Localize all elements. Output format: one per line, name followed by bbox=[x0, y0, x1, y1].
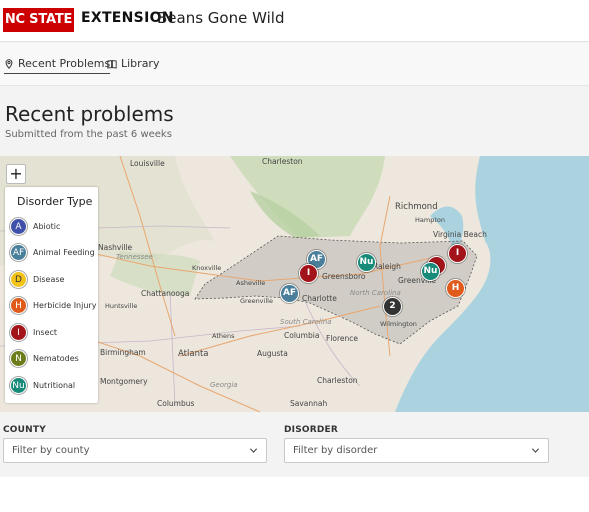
page-subtitle: Submitted from the past 6 weeks bbox=[5, 129, 172, 140]
legend-item-disease: D Disease bbox=[10, 270, 64, 288]
city-label: Charleston bbox=[262, 157, 303, 166]
legend-item-animal-feeding: AF Animal Feeding bbox=[10, 243, 95, 261]
city-label: Charleston bbox=[317, 376, 358, 385]
city-label: Asheville bbox=[236, 279, 266, 287]
animal-feeding-badge-icon: AF bbox=[10, 243, 27, 261]
state-label: Tennessee bbox=[116, 253, 153, 261]
problem-marker[interactable]: AF bbox=[280, 284, 299, 303]
problem-marker[interactable]: H bbox=[446, 279, 465, 298]
city-label: Raleigh bbox=[373, 262, 401, 271]
legend-item-label: Animal Feeding bbox=[33, 247, 95, 257]
city-label: Richmond bbox=[395, 202, 438, 212]
app-header: NC STATE EXTENSION Beans Gone Wild bbox=[0, 0, 589, 42]
city-label: Knoxville bbox=[192, 264, 222, 272]
city-label: Birmingham bbox=[100, 348, 146, 357]
abiotic-badge-icon: A bbox=[10, 217, 27, 235]
city-label: Louisville bbox=[130, 159, 165, 168]
footer-band bbox=[0, 477, 589, 512]
tab-recent-problems[interactable]: Recent Problems bbox=[4, 57, 111, 74]
legend-item-label: Insect bbox=[33, 327, 58, 337]
legend-item-insect: I Insect bbox=[10, 323, 57, 341]
insect-badge-icon: I bbox=[10, 323, 27, 341]
city-label: Columbia bbox=[284, 331, 320, 340]
city-label: Florence bbox=[326, 334, 359, 343]
city-label: Montgomery bbox=[100, 377, 148, 386]
state-label: South Carolina bbox=[280, 318, 332, 326]
disorder-label: DISORDER bbox=[284, 425, 339, 435]
legend-item-abiotic: A Abiotic bbox=[10, 217, 60, 235]
filters-section: COUNTY Filter by county DISORDER Filter … bbox=[0, 412, 589, 477]
disorder-select[interactable]: Filter by disorder bbox=[284, 438, 549, 463]
book-icon bbox=[107, 59, 117, 68]
location-pin-icon bbox=[5, 58, 13, 69]
tab-library[interactable]: Library bbox=[107, 57, 159, 70]
legend-item-nematodes: N Nematodes bbox=[10, 349, 79, 367]
city-label: Augusta bbox=[257, 349, 288, 358]
city-label: Atlanta bbox=[178, 349, 209, 359]
city-label: Hampton bbox=[415, 216, 445, 224]
disorder-select-value: Filter by disorder bbox=[293, 445, 378, 456]
legend-item-label: Abiotic bbox=[33, 221, 61, 231]
city-label: Savannah bbox=[290, 399, 328, 408]
legend-item-label: Disease bbox=[33, 274, 65, 284]
tab-label: Recent Problems bbox=[18, 57, 111, 70]
county-select-value: Filter by county bbox=[12, 445, 90, 456]
legend-item-label: Herbicide Injury bbox=[33, 300, 97, 310]
nematodes-badge-icon: N bbox=[10, 349, 27, 367]
problem-marker[interactable]: Nu bbox=[421, 262, 440, 281]
nutritional-badge-icon: Nu bbox=[10, 376, 27, 394]
tab-label: Library bbox=[121, 57, 160, 70]
legend-item-nutritional: Nu Nutritional bbox=[10, 376, 75, 394]
tab-bar: Recent Problems Library bbox=[0, 43, 589, 86]
problem-marker[interactable]: I bbox=[448, 244, 467, 263]
city-label: Greensboro bbox=[322, 272, 366, 281]
city-label: Nashville bbox=[98, 243, 133, 252]
city-label: Columbus bbox=[157, 399, 195, 408]
disease-badge-icon: D bbox=[10, 270, 27, 288]
zoom-in-button[interactable]: + bbox=[6, 164, 26, 184]
legend-item-label: Nutritional bbox=[33, 380, 76, 390]
state-label: Georgia bbox=[210, 381, 238, 389]
cluster-marker[interactable]: 2 bbox=[383, 297, 402, 316]
state-label: North Carolina bbox=[350, 289, 401, 297]
city-label: Chattanooga bbox=[141, 289, 190, 298]
page-title: Recent problems bbox=[5, 102, 174, 126]
city-label: Charlotte bbox=[302, 294, 337, 303]
county-label: COUNTY bbox=[3, 425, 46, 435]
city-label: Greenville bbox=[240, 297, 273, 305]
chevron-down-icon bbox=[249, 448, 258, 453]
legend-item-label: Nematodes bbox=[33, 353, 79, 363]
herbicide-badge-icon: H bbox=[10, 296, 27, 314]
legend-title: Disorder Type bbox=[17, 195, 93, 208]
problem-marker[interactable]: Nu bbox=[357, 253, 376, 272]
city-label: Huntsville bbox=[105, 302, 138, 310]
app-title: Beans Gone Wild bbox=[157, 9, 285, 27]
city-label: Virginia Beach bbox=[433, 230, 487, 239]
legend-item-herbicide-injury: H Herbicide Injury bbox=[10, 296, 96, 314]
county-select[interactable]: Filter by county bbox=[3, 438, 267, 463]
city-label: Wilmington bbox=[380, 320, 417, 328]
problem-marker[interactable]: I bbox=[299, 264, 318, 283]
chevron-down-icon bbox=[531, 448, 540, 453]
city-label: Athens bbox=[212, 332, 235, 340]
ncstate-logo[interactable]: NC STATE bbox=[3, 8, 74, 32]
map-legend: Disorder Type A Abiotic AF Animal Feedin… bbox=[5, 187, 98, 403]
